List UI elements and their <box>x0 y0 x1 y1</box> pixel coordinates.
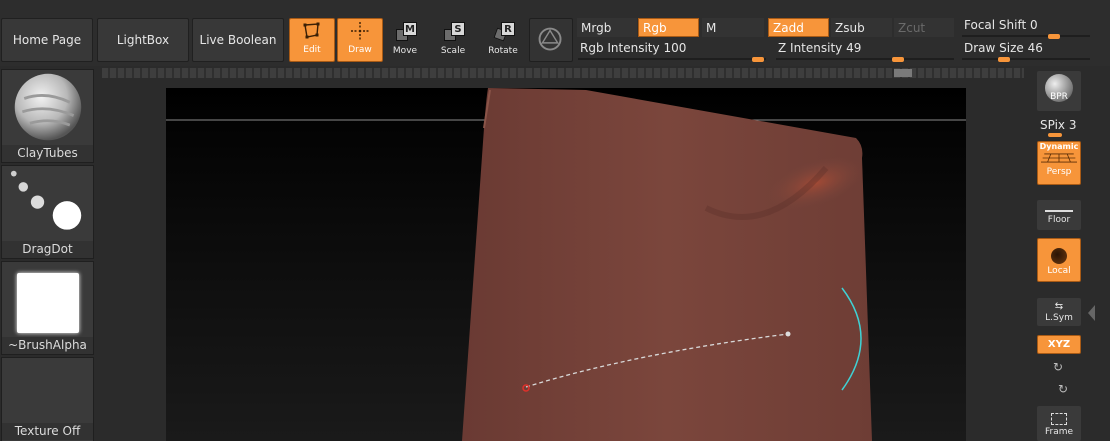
scale-label: Scale <box>440 46 466 56</box>
dragdot-stroke-icon <box>10 170 82 230</box>
local-icon <box>1051 248 1067 264</box>
rgb-intensity-label: Rgb Intensity <box>580 41 660 55</box>
bpr-label: BPR <box>1050 92 1068 102</box>
z-intensity-slider[interactable]: Z Intensity 49 <box>776 41 954 62</box>
stroke-selector[interactable]: DragDot <box>1 165 94 259</box>
persp-button[interactable]: Dynamic Persp <box>1037 141 1081 185</box>
floor-label: Floor <box>1047 215 1071 225</box>
floor-button[interactable]: Floor <box>1037 200 1081 230</box>
zsub-toggle[interactable]: Zsub <box>831 18 892 37</box>
rotate-label: Rotate <box>488 46 518 56</box>
rotate-badge: R <box>501 22 515 36</box>
move-icon: M <box>394 21 417 43</box>
stroke-name: DragDot <box>2 241 93 258</box>
claytubes-brush-icon <box>14 73 82 141</box>
persp-label: Persp <box>1046 167 1072 177</box>
sculptris-pro-button[interactable] <box>529 18 573 62</box>
local-label: Local <box>1047 266 1071 276</box>
spix-knob[interactable] <box>1048 133 1062 137</box>
lsym-label: L.Sym <box>1045 313 1073 323</box>
brush-selector[interactable]: ClayTubes <box>1 69 94 163</box>
dynamic-label: Dynamic <box>1039 142 1079 151</box>
zadd-toggle[interactable]: Zadd <box>768 18 829 37</box>
texture-selector[interactable]: Texture Off <box>1 357 94 441</box>
sculptris-icon <box>538 27 562 51</box>
xyz-symmetry-button[interactable]: XYZ <box>1037 335 1081 354</box>
draw-icon <box>351 22 369 40</box>
edit-icon <box>303 22 320 39</box>
focal-shift-label: Focal Shift <box>964 18 1027 32</box>
xyz-label: XYZ <box>1047 339 1071 350</box>
rotate-z-icon[interactable]: ↻ <box>1058 382 1068 396</box>
draw-button[interactable]: Draw <box>337 18 383 62</box>
canvas-viewport[interactable] <box>166 88 966 441</box>
rgb-intensity-value: 100 <box>663 41 687 55</box>
lazy-mouse-end <box>785 331 791 337</box>
draw-label: Draw <box>348 45 372 55</box>
edit-label: Edit <box>303 45 321 55</box>
brush-name: ClayTubes <box>2 145 93 162</box>
frame-label: Frame <box>1044 427 1074 437</box>
focal-shift-value: 0 <box>1030 18 1038 32</box>
spix-value: 3 <box>1068 118 1077 132</box>
spix-slider[interactable]: SPix 3 <box>1040 118 1077 132</box>
lsym-arrows-icon: ⇆ <box>1054 301 1064 312</box>
frame-button[interactable]: Frame <box>1037 406 1081 441</box>
rgb-intensity-slider[interactable]: Rgb Intensity 100 <box>578 41 766 62</box>
scale-badge: S <box>451 22 465 36</box>
palette-strip <box>102 68 1024 78</box>
strip-scroll-handle[interactable] <box>894 69 912 77</box>
texture-name: Texture Off <box>2 423 93 440</box>
alpha-selector[interactable]: ~BrushAlpha <box>1 261 94 355</box>
rgb-toggle[interactable]: Rgb <box>638 18 699 37</box>
lightbox-button[interactable]: LightBox <box>97 18 189 62</box>
rotate-icon: R <box>492 21 515 43</box>
top-toolbar: Home Page LightBox Live Boolean Edit Dra… <box>0 0 1110 66</box>
z-intensity-label: Z Intensity <box>778 41 843 55</box>
rotate-y-icon[interactable]: ↻ <box>1053 360 1063 374</box>
mrgb-toggle[interactable]: Mrgb <box>577 18 637 37</box>
alpha-name: ~BrushAlpha <box>2 337 93 354</box>
zcut-toggle[interactable]: Zcut <box>894 18 954 37</box>
bpr-button[interactable]: BPR <box>1037 71 1081 111</box>
frame-icon <box>1051 413 1067 425</box>
scale-icon: S <box>442 21 465 43</box>
move-label: Move <box>392 46 418 56</box>
persp-grid-icon <box>1041 153 1077 163</box>
draw-size-slider[interactable]: Draw Size 46 <box>962 41 1090 62</box>
move-badge: M <box>403 22 417 36</box>
focal-shift-slider[interactable]: Focal Shift 0 <box>962 18 1090 39</box>
brush-alpha-icon <box>17 273 79 333</box>
draw-size-value: 46 <box>1027 41 1043 55</box>
floor-icon <box>1045 210 1073 212</box>
live-boolean-button[interactable]: Live Boolean <box>192 18 284 62</box>
edit-button[interactable]: Edit <box>289 18 335 62</box>
lsym-button[interactable]: ⇆ L.Sym <box>1037 298 1081 326</box>
z-intensity-value: 49 <box>846 41 862 55</box>
right-tray-expand-icon[interactable] <box>1088 305 1095 321</box>
draw-size-label: Draw Size <box>964 41 1024 55</box>
local-button[interactable]: Local <box>1037 238 1081 282</box>
sculpt-mesh <box>166 88 966 441</box>
rotate-button[interactable]: R Rotate <box>480 18 526 62</box>
m-toggle[interactable]: M <box>702 18 764 37</box>
move-button[interactable]: M Move <box>382 18 428 62</box>
scale-button[interactable]: S Scale <box>430 18 476 62</box>
spix-label: SPix <box>1040 118 1066 132</box>
home-page-button[interactable]: Home Page <box>1 18 93 62</box>
